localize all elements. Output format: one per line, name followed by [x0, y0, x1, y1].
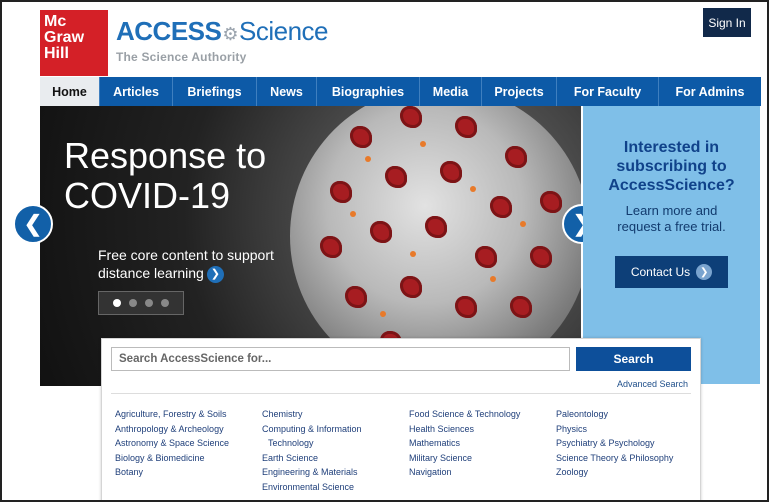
nav-articles[interactable]: Articles — [100, 77, 173, 106]
subject-column-4: Paleontology Physics Psychiatry & Psycho… — [556, 407, 703, 494]
page-frame: Mc Graw Hill ACCESS⚙Science The Science … — [0, 0, 769, 502]
hero-title-line-2: COVID-19 — [64, 175, 231, 216]
subject-link[interactable]: Technology — [262, 436, 409, 451]
chevron-right-icon[interactable]: ❯ — [206, 265, 224, 283]
logo-line-3: Hill — [44, 45, 69, 62]
promo-title: Interested in subscribing to AccessScien… — [608, 139, 735, 194]
chevron-right-icon: ❯ — [696, 264, 713, 280]
subject-link[interactable]: Physics — [556, 422, 703, 437]
carousel-dot-3[interactable] — [145, 299, 153, 307]
subject-link[interactable]: Biology & Biomedicine — [115, 451, 262, 466]
subject-link[interactable]: Engineering & Materials — [262, 465, 409, 480]
subject-list: Agriculture, Forestry & Soils Anthropolo… — [115, 407, 703, 494]
carousel-prev-button[interactable]: ❮ — [13, 204, 53, 244]
search-button[interactable]: Search — [576, 347, 691, 371]
subject-column-3: Food Science & Technology Health Science… — [409, 407, 556, 494]
subject-link[interactable]: Anthropology & Archeology — [115, 422, 262, 437]
carousel-dot-2[interactable] — [129, 299, 137, 307]
subject-link[interactable]: Agriculture, Forestry & Soils — [115, 407, 262, 422]
brand-access: ACCESS — [116, 16, 222, 46]
search-input[interactable] — [111, 347, 570, 371]
nav-biographies[interactable]: Biographies — [317, 77, 420, 106]
subject-link[interactable]: Military Science — [409, 451, 556, 466]
gear-icon: ⚙ — [222, 24, 238, 44]
subject-column-2: Chemistry Computing & Information Techno… — [262, 407, 409, 494]
carousel-dot-1[interactable] — [113, 299, 121, 307]
chevron-left-icon: ❮ — [23, 211, 43, 236]
advanced-search-link[interactable]: Advanced Search — [617, 379, 688, 389]
hero-title-line-1: Response to — [64, 135, 267, 176]
brand-tagline: The Science Authority — [116, 50, 247, 64]
hero-subtitle: Free core content to support distance le… — [98, 247, 274, 281]
subject-link[interactable]: Botany — [115, 465, 262, 480]
contact-us-label: Contact Us — [630, 265, 691, 279]
logo-line-2: Graw — [44, 29, 85, 46]
promo-text: Learn more and request a free trial. — [617, 203, 726, 234]
mcgraw-hill-logo[interactable]: Mc Graw Hill — [40, 10, 108, 76]
subject-link[interactable]: Psychiatry & Psychology — [556, 436, 703, 451]
subject-link[interactable]: Astronomy & Space Science — [115, 436, 262, 451]
brand-science: Science — [239, 16, 329, 46]
nav-media[interactable]: Media — [420, 77, 482, 106]
subject-link[interactable]: Mathematics — [409, 436, 556, 451]
hero-title: Response to COVID-19 — [64, 136, 266, 216]
subject-link[interactable]: Environmental Science — [262, 480, 409, 495]
subject-link[interactable]: Food Science & Technology — [409, 407, 556, 422]
search-panel: Search Advanced Search Agriculture, Fore… — [101, 338, 703, 500]
logo-line-1: Mc — [44, 13, 67, 30]
subject-link[interactable]: Computing & Information — [262, 422, 409, 437]
nav-news[interactable]: News — [257, 77, 317, 106]
subject-link[interactable]: Paleontology — [556, 407, 703, 422]
nav-briefings[interactable]: Briefings — [173, 77, 257, 106]
main-nav: Home Articles Briefings News Biographies… — [40, 77, 761, 106]
subject-link[interactable]: Chemistry — [262, 407, 409, 422]
subject-column-1: Agriculture, Forestry & Soils Anthropolo… — [115, 407, 262, 494]
hero-subtitle-link[interactable]: Free core content to support distance le… — [98, 246, 288, 283]
carousel-indicators — [98, 291, 184, 315]
subject-link[interactable]: Health Sciences — [409, 422, 556, 437]
carousel-dot-4[interactable] — [161, 299, 169, 307]
subject-link[interactable]: Zoology — [556, 465, 703, 480]
subject-link[interactable]: Navigation — [409, 465, 556, 480]
subject-link[interactable]: Science Theory & Philosophy — [556, 451, 703, 466]
sign-in-button[interactable]: Sign In — [703, 8, 751, 37]
nav-for-faculty[interactable]: For Faculty — [557, 77, 659, 106]
divider — [111, 393, 691, 394]
accessscience-brand[interactable]: ACCESS⚙Science The Science Authority — [116, 16, 329, 64]
nav-projects[interactable]: Projects — [482, 77, 557, 106]
contact-us-button[interactable]: Contact Us ❯ — [615, 256, 728, 288]
brand-title: ACCESS⚙Science — [116, 16, 329, 47]
nav-home[interactable]: Home — [40, 77, 100, 106]
nav-for-admins[interactable]: For Admins — [659, 77, 761, 106]
subject-link[interactable]: Earth Science — [262, 451, 409, 466]
